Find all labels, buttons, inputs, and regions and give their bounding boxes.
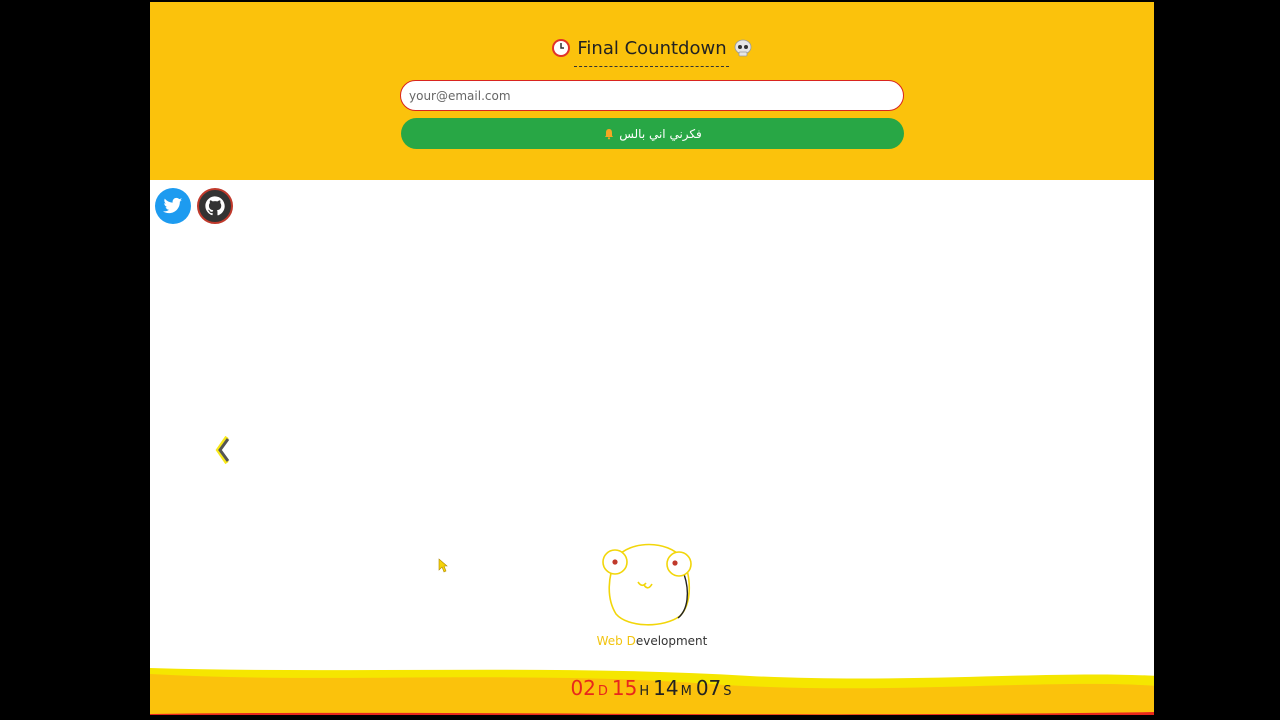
caption-first: Web D [596,634,636,648]
hero-section: Final Countdown فكرني اني بالس [150,2,1154,180]
twitter-icon [163,197,183,214]
title-underline [574,66,729,67]
cursor-icon [438,558,448,573]
page: Final Countdown فكرني اني بالس [150,2,1154,715]
notify-button[interactable]: فكرني اني بالس [401,118,904,149]
mascot-caption: Web Development [150,634,1154,648]
title-row: Final Countdown [150,35,1154,61]
caption-rest: evelopment [635,634,708,648]
page-title: Final Countdown [577,37,727,59]
email-field[interactable] [400,80,904,111]
countdown-days: 02 [570,676,596,700]
countdown-seconds: 07 [695,676,722,700]
github-icon [205,196,225,216]
clock-icon [552,39,571,57]
countdown-timer: 02 D 15 H 14 M 07 S [150,676,1154,706]
bell-icon [605,128,614,139]
countdown-days-unit: D [597,684,608,699]
mascot-illustration [602,543,692,626]
countdown-minutes-unit: M [680,684,692,699]
twitter-link[interactable] [155,188,191,224]
countdown-seconds-unit: S [723,684,732,699]
notify-label: فكرني اني بالس [619,126,702,141]
countdown-minutes: 14 [653,676,679,700]
countdown-hours: 15 [611,676,638,700]
chevron-left-icon[interactable] [212,434,234,466]
skull-icon [734,39,752,57]
github-link[interactable] [197,188,233,224]
countdown-hours-unit: H [639,684,650,699]
